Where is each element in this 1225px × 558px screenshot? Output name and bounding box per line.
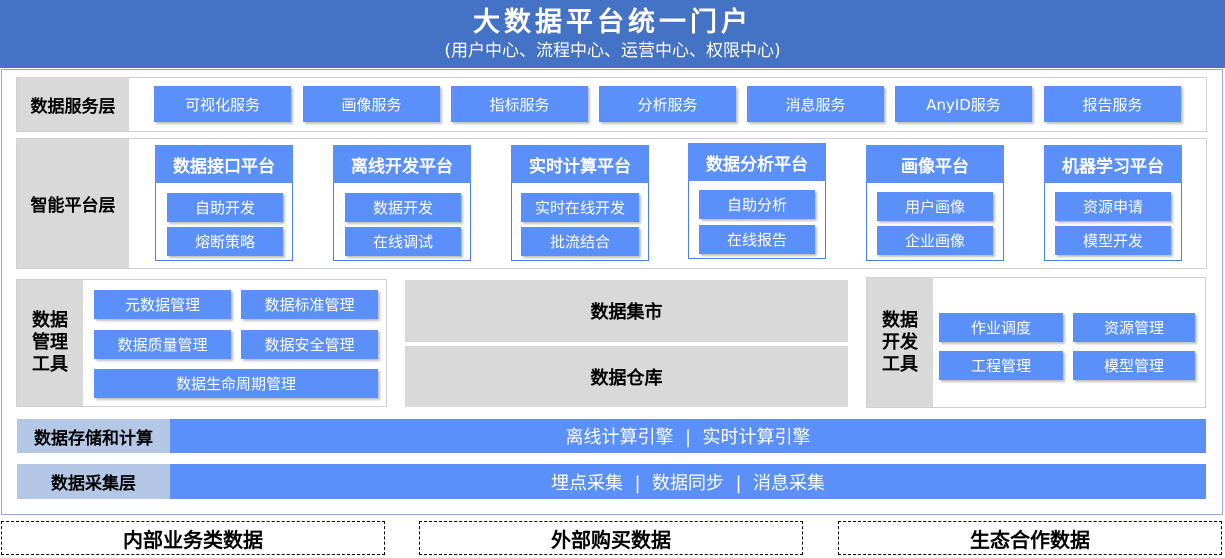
- service-layer-label: 数据服务层: [17, 78, 129, 131]
- platform-item-enterprise-profile[interactable]: 企业画像: [877, 226, 993, 255]
- dev-tools-label: 数据 开发 工具: [867, 278, 933, 407]
- service-visualization-button[interactable]: 可视化服务: [154, 86, 291, 122]
- service-message-button[interactable]: 消息服务: [747, 86, 884, 122]
- platform-item-resource-apply[interactable]: 资源申请: [1055, 192, 1171, 221]
- mgmt-tools-label: 数据 管理 工具: [17, 280, 83, 406]
- platform-layer-label: 智能平台层: [17, 139, 129, 268]
- source-ecosystem-partner[interactable]: 生态合作数据: [838, 521, 1222, 555]
- service-analysis-button[interactable]: 分析服务: [599, 86, 736, 122]
- mgmt-metadata-button[interactable]: 元数据管理: [94, 290, 231, 319]
- service-profile-button[interactable]: 画像服务: [303, 86, 440, 122]
- mgmt-standard-button[interactable]: 数据标准管理: [241, 290, 378, 319]
- portal-banner: 大数据平台统一门户 (用户中心、流程中心、运营中心、权限中心): [0, 0, 1225, 68]
- storage-layer-label: 数据存储和计算: [17, 419, 170, 453]
- mgmt-quality-button[interactable]: 数据质量管理: [94, 330, 231, 359]
- platform-title-ml[interactable]: 机器学习平台: [1044, 145, 1182, 183]
- data-mart-block[interactable]: 数据集市: [405, 280, 848, 342]
- platform-title-realtime[interactable]: 实时计算平台: [511, 145, 649, 183]
- platform-title-data-analysis[interactable]: 数据分析平台: [688, 143, 826, 181]
- platform-title-offline-dev[interactable]: 离线开发平台: [333, 145, 471, 183]
- platform-item-user-profile[interactable]: 用户画像: [877, 192, 993, 221]
- storage-layer-strip[interactable]: 离线计算引擎 | 实时计算引擎: [170, 419, 1206, 453]
- platform-item-self-analysis[interactable]: 自助分析: [699, 190, 815, 219]
- platform-title-data-interface[interactable]: 数据接口平台: [155, 145, 293, 183]
- collection-layer-strip[interactable]: 埋点采集 | 数据同步 | 消息采集: [170, 464, 1206, 499]
- platform-item-data-dev[interactable]: 数据开发: [345, 193, 461, 222]
- source-internal-business[interactable]: 内部业务类数据: [1, 521, 385, 555]
- platform-item-batch-stream[interactable]: 批流结合: [521, 227, 639, 256]
- dev-model-mgmt-button[interactable]: 模型管理: [1073, 351, 1195, 380]
- platform-item-online-report[interactable]: 在线报告: [699, 225, 815, 254]
- mgmt-lifecycle-button[interactable]: 数据生命周期管理: [94, 369, 378, 398]
- dev-project-mgmt-button[interactable]: 工程管理: [939, 351, 1063, 380]
- service-report-button[interactable]: 报告服务: [1044, 86, 1181, 122]
- portal-subtitle: (用户中心、流程中心、运营中心、权限中心): [444, 41, 781, 61]
- mgmt-security-button[interactable]: 数据安全管理: [241, 330, 378, 359]
- dev-job-schedule-button[interactable]: 作业调度: [939, 313, 1063, 342]
- platform-item-self-dev[interactable]: 自助开发: [167, 193, 283, 222]
- portal-title: 大数据平台统一门户: [473, 7, 752, 38]
- collection-layer-label: 数据采集层: [17, 464, 170, 499]
- service-anyid-button[interactable]: AnyID服务: [895, 86, 1032, 122]
- platform-item-realtime-online-dev[interactable]: 实时在线开发: [521, 193, 639, 222]
- source-external-purchase[interactable]: 外部购买数据: [419, 521, 803, 555]
- platform-title-profile[interactable]: 画像平台: [866, 145, 1004, 183]
- platform-item-circuit-breaker[interactable]: 熔断策略: [167, 227, 283, 256]
- platform-item-model-dev[interactable]: 模型开发: [1055, 226, 1171, 255]
- data-warehouse-block[interactable]: 数据仓库: [405, 346, 848, 407]
- service-metric-button[interactable]: 指标服务: [451, 86, 588, 122]
- dev-resource-mgmt-button[interactable]: 资源管理: [1073, 313, 1195, 342]
- platform-item-online-debug[interactable]: 在线调试: [345, 227, 461, 256]
